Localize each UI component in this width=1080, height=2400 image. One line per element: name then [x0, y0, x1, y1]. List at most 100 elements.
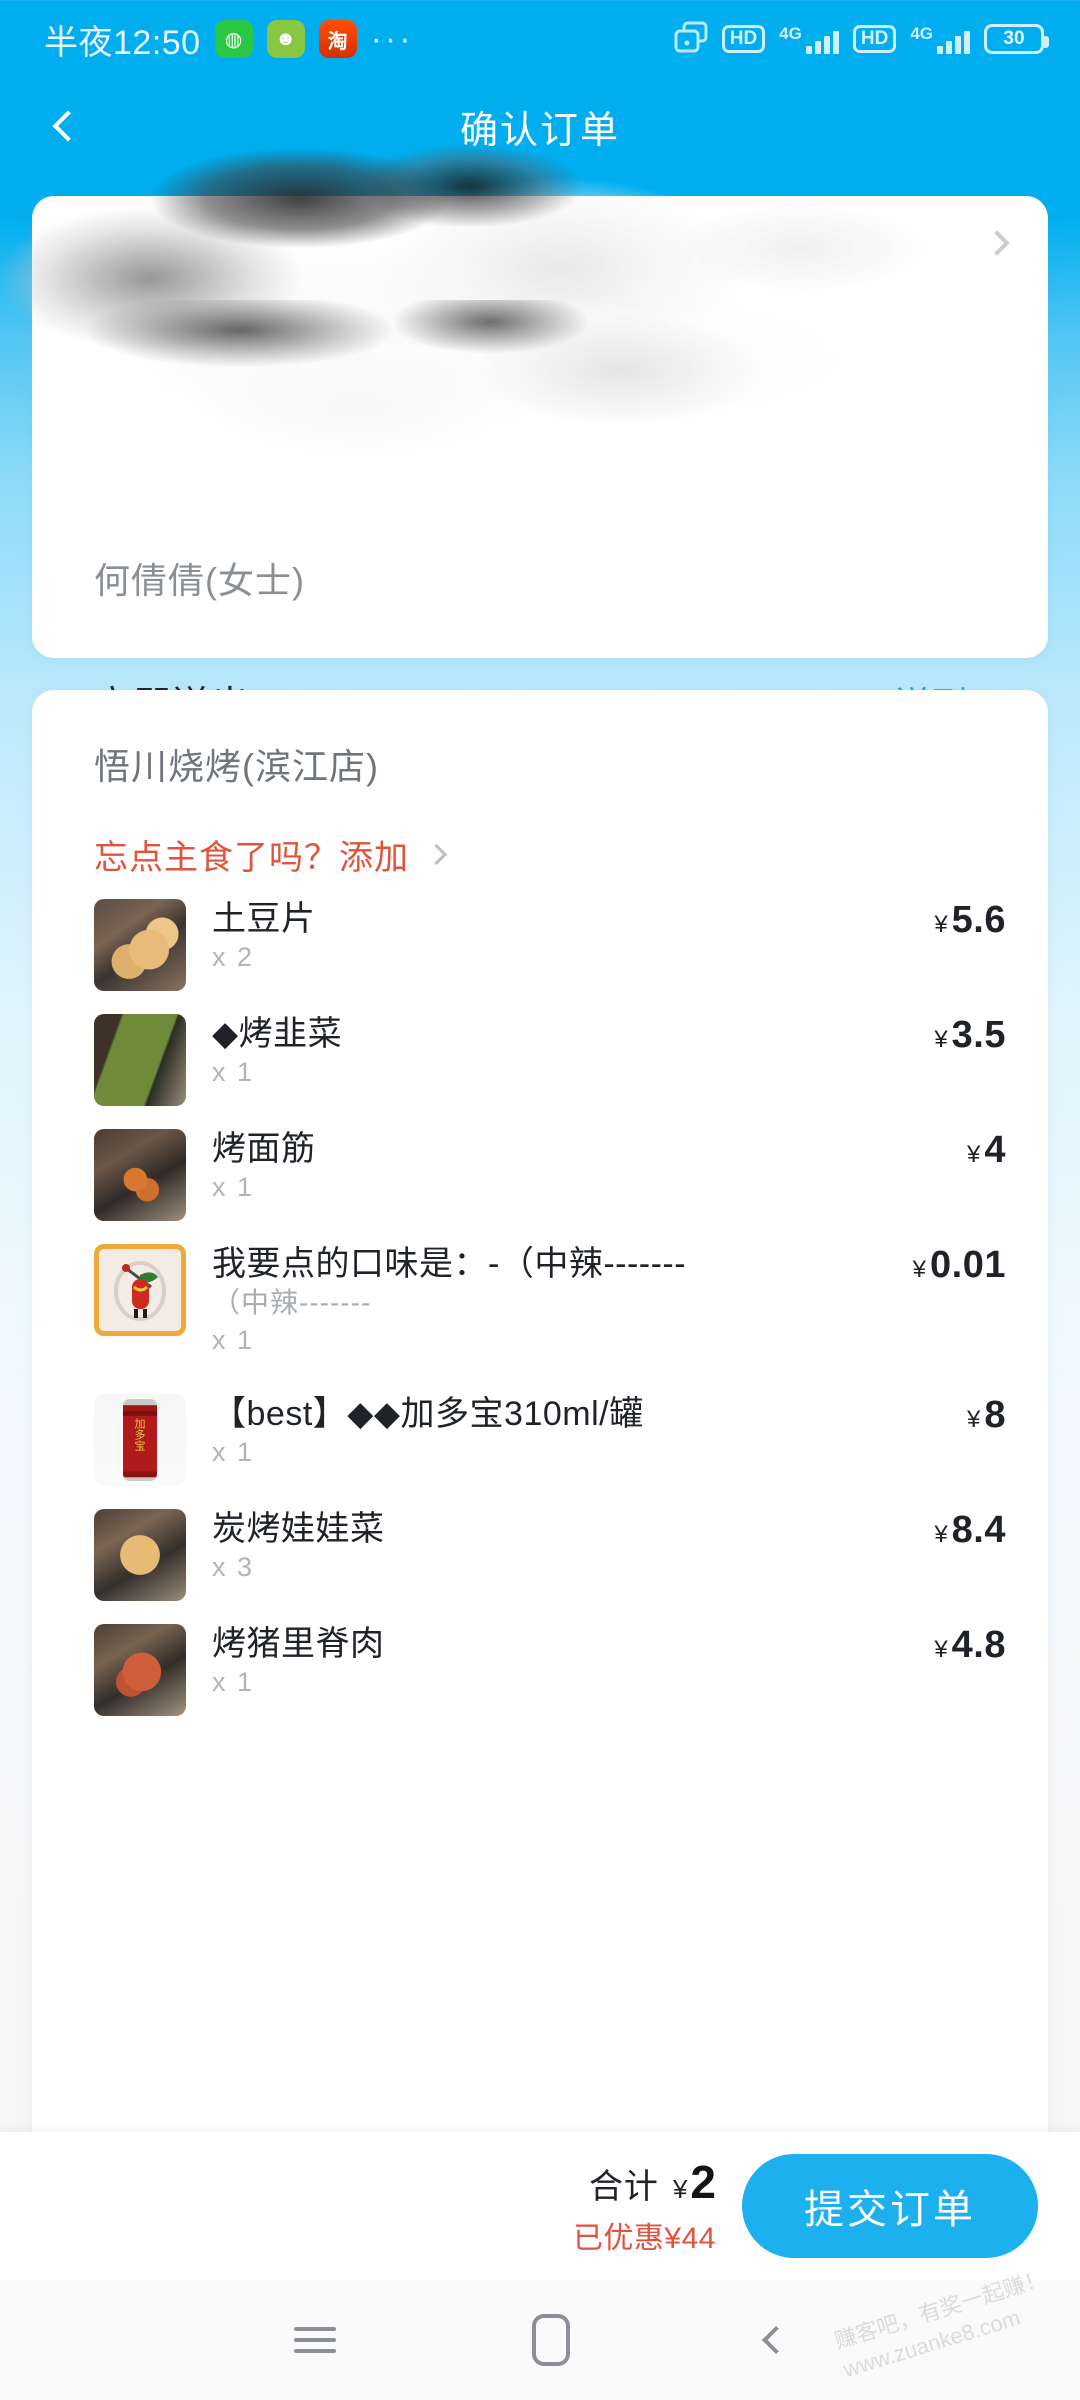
recipient-name: 何倩倩(女士)	[94, 560, 305, 601]
green-app-icon: ☻	[266, 20, 305, 58]
menu-icon[interactable]	[294, 2320, 336, 2360]
order-item-row[interactable]: 土豆片 x 2 ¥5.6	[32, 890, 1048, 1005]
order-item-price: ¥8	[951, 1394, 1006, 1437]
order-item-row[interactable]: 炭烤娃娃菜 x 3 ¥8.4	[32, 1500, 1048, 1615]
status-time: 半夜12:50	[44, 23, 201, 62]
total-label: 合计	[588, 2168, 659, 2206]
discount-applied: 已优惠¥44	[572, 2222, 716, 2255]
checkout-bar: 合计 ¥ 2 已优惠¥44 提交订单	[0, 2132, 1080, 2280]
order-item-subtitle: （中辣-------	[212, 1287, 372, 1318]
price-amount: 3.5	[951, 1014, 1006, 1056]
back-button[interactable]	[42, 100, 94, 152]
order-items-card: 悟川烧烤(滨江店) 忘点主食了吗？添加 土豆片 x 2 ¥5.6 ◆烤韭菜 x 1 ¥3.…	[32, 690, 1048, 2190]
currency-symbol: ¥	[967, 1141, 981, 1168]
total-amount: 2	[690, 2156, 716, 2208]
home-icon[interactable]	[532, 2314, 570, 2366]
order-item-quantity: x 2	[212, 942, 255, 972]
order-item-quantity: x 1	[212, 1437, 255, 1467]
back-icon[interactable]	[761, 2325, 791, 2355]
signal-sim2: 4G	[910, 24, 970, 54]
total-line: 合计 ¥ 2	[589, 2155, 716, 2209]
order-item-price: ¥4	[951, 1129, 1006, 1172]
hd-badge-sim1: HD	[721, 25, 766, 53]
price-amount: 8	[984, 1394, 1006, 1436]
order-item-name: 土豆片	[212, 900, 316, 938]
order-item-price: ¥5.6	[918, 899, 1006, 942]
order-item-quantity: x 1	[212, 1057, 255, 1087]
order-item-thumbnail	[94, 1624, 186, 1716]
order-item-name: 烤猪里脊肉	[212, 1625, 385, 1663]
submit-order-button[interactable]: 提交订单	[742, 2154, 1038, 2258]
price-amount: 5.6	[951, 899, 1006, 941]
app-header: 确认订单	[0, 78, 1080, 174]
chevron-right-icon	[984, 230, 1010, 256]
order-item-name: 我要点的口味是：-（中辣-------	[212, 1245, 687, 1283]
order-item-name: ◆烤韭菜	[212, 1015, 343, 1053]
price-amount: 0.01	[930, 1244, 1006, 1286]
currency-symbol: ¥	[934, 1636, 948, 1663]
hd-badge-sim2: HD	[852, 25, 897, 53]
order-item-row[interactable]: 我要点的口味是：-（中辣------- （中辣------- x 1 ¥0.01	[32, 1235, 1048, 1385]
battery-level: 30	[1003, 28, 1025, 49]
order-item-quantity: x 1	[212, 1667, 255, 1697]
wechat-icon: ◍	[214, 20, 253, 58]
signal-bars-sim1	[805, 28, 839, 54]
status-bar: 半夜12:50 ◍ ☻ 淘 ··· HD 4G HD 4G 30	[0, 0, 1080, 78]
currency-symbol: ¥	[934, 1521, 948, 1548]
shop-name[interactable]: 悟川烧烤(滨江店)	[94, 738, 379, 790]
order-item-price: ¥4.8	[918, 1624, 1006, 1667]
order-item-thumbnail: 加多宝	[94, 1394, 186, 1486]
page-title: 确认订单	[459, 109, 620, 152]
order-item-body: 烤面筋 x 1	[186, 1129, 951, 1226]
order-item-thumbnail	[94, 1244, 186, 1336]
currency-symbol: ¥	[934, 1026, 948, 1053]
currency-symbol: ¥	[934, 911, 948, 938]
order-item-row[interactable]: 烤面筋 x 1 ¥4	[32, 1120, 1048, 1235]
order-item-quantity: x 1	[212, 1172, 255, 1202]
multi-window-icon	[674, 21, 708, 58]
currency-symbol: ¥	[912, 1256, 927, 1283]
order-item-body: ◆烤韭菜 x 1	[186, 1014, 918, 1111]
order-item-body: 我要点的口味是：-（中辣------- （中辣------- x 1	[186, 1244, 897, 1376]
address-chevron[interactable]	[984, 230, 1010, 256]
order-item-row[interactable]: 加多宝 【best】◆◆加多宝310ml/罐 x 1 ¥8	[32, 1385, 1048, 1500]
signal-bars-sim2	[937, 28, 970, 54]
chevron-left-icon	[52, 110, 84, 142]
battery-icon: 30	[984, 24, 1049, 54]
order-item-list: 土豆片 x 2 ¥5.6 ◆烤韭菜 x 1 ¥3.5 烤面筋 x 1 ¥4 我要点的口味是：-（中…	[32, 890, 1048, 1730]
order-item-name: 【best】◆◆加多宝310ml/罐	[212, 1395, 644, 1433]
order-item-row[interactable]: 烤猪里脊肉 x 1 ¥4.8	[32, 1615, 1048, 1730]
price-amount: 8.4	[951, 1509, 1006, 1551]
order-item-thumbnail	[94, 899, 186, 991]
order-item-row[interactable]: ◆烤韭菜 x 1 ¥3.5	[32, 1005, 1048, 1120]
taobao-icon: 淘	[318, 20, 357, 58]
currency-symbol: ¥	[967, 1406, 981, 1433]
order-item-body: 土豆片 x 2	[186, 899, 918, 996]
chevron-right-icon	[425, 843, 448, 866]
order-item-body: 烤猪里脊肉 x 1	[186, 1624, 918, 1721]
chili-mascot-icon	[99, 1249, 181, 1331]
system-nav-bar	[0, 2280, 1080, 2400]
order-item-quantity: x 1	[212, 1325, 255, 1355]
order-item-thumbnail	[94, 1014, 186, 1106]
order-item-body: 【best】◆◆加多宝310ml/罐 x 1	[186, 1394, 951, 1491]
order-item-quantity: x 3	[212, 1552, 255, 1582]
network-type-sim1: 4G	[779, 24, 802, 43]
price-amount: 4.8	[951, 1624, 1006, 1666]
total-currency-symbol: ¥	[672, 2174, 688, 2204]
order-item-thumbnail	[94, 1509, 186, 1601]
order-item-price: ¥0.01	[897, 1244, 1006, 1287]
more-notifications-icon: ···	[370, 19, 414, 58]
status-bar-right: HD 4G HD 4G 30	[674, 21, 1080, 58]
status-bar-left: 半夜12:50 ◍ ☻ 淘 ···	[0, 15, 414, 64]
order-item-thumbnail	[94, 1129, 186, 1221]
network-type-sim2: 4G	[910, 24, 933, 43]
add-staple-food-link[interactable]: 忘点主食了吗？添加	[94, 830, 448, 879]
address-card[interactable]: 何倩倩(女士) 立即送出 01:47-02:02送到 支付方式 余额支付	[32, 196, 1048, 817]
add-staple-food-label: 忘点主食了吗？添加	[94, 839, 409, 877]
beverage-can-label: 加多宝	[134, 1418, 146, 1453]
signal-sim1: 4G	[779, 24, 839, 54]
total-summary: 合计 ¥ 2 已优惠¥44	[573, 2155, 716, 2257]
order-item-name: 炭烤娃娃菜	[212, 1510, 385, 1548]
order-item-name: 烤面筋	[212, 1130, 316, 1168]
